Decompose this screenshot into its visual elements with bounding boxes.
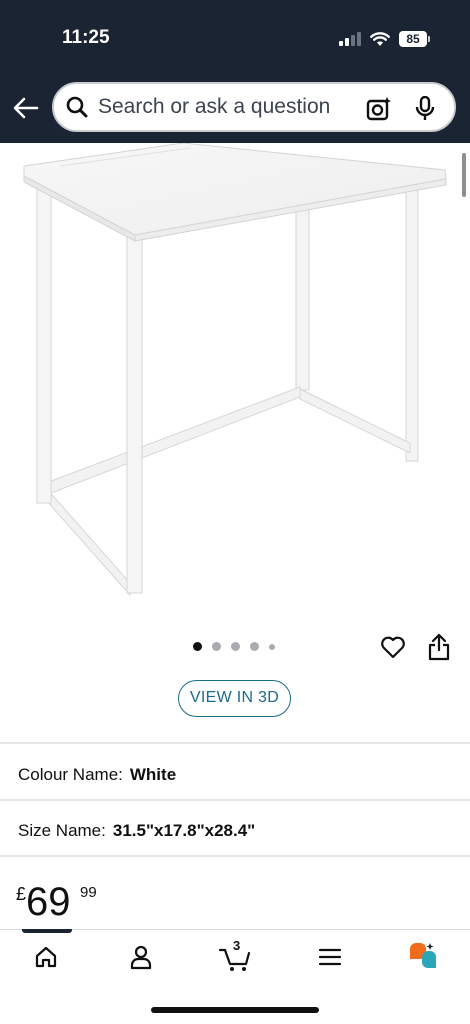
home-icon <box>35 946 57 968</box>
size-label: Size Name: <box>18 821 106 840</box>
search-input[interactable] <box>98 95 358 119</box>
price-whole: 69 <box>26 880 71 924</box>
size-row[interactable]: Size Name: 31.5"x17.8"x28.4" <box>18 821 255 841</box>
product-image[interactable] <box>0 142 470 623</box>
price-fraction: 99 <box>80 884 97 901</box>
size-value: 31.5"x17.8"x28.4" <box>112 821 256 840</box>
divider <box>0 799 470 801</box>
view-in-3d-button[interactable]: VIEW IN 3D <box>178 680 291 717</box>
nav-account[interactable] <box>124 942 158 972</box>
cart-count: 3 <box>233 938 241 953</box>
rufus-assistant-icon <box>410 943 436 968</box>
hamburger-menu-icon <box>318 948 342 966</box>
search-icon <box>66 96 88 118</box>
image-carousel-dots[interactable] <box>193 642 275 651</box>
colour-label: Colour Name: <box>18 765 123 784</box>
battery-icon: 85 <box>399 31 430 47</box>
battery-level: 85 <box>399 31 427 47</box>
scroll-indicator <box>462 153 466 197</box>
status-time: 11:25 <box>62 27 110 48</box>
app-header: 11:25 85 <box>0 0 470 143</box>
nav-home[interactable] <box>29 942 63 972</box>
cellular-signal-icon <box>339 32 361 46</box>
heart-icon[interactable] <box>380 634 406 660</box>
carousel-dot[interactable] <box>269 643 275 650</box>
divider <box>0 855 470 857</box>
person-icon <box>130 945 152 970</box>
arrow-left-icon <box>13 97 39 119</box>
search-bar[interactable] <box>52 82 456 132</box>
colour-value: White <box>129 765 177 784</box>
colour-row[interactable]: Colour Name: White <box>18 765 176 785</box>
carousel-dot[interactable] <box>212 642 221 651</box>
microphone-icon[interactable] <box>414 96 436 122</box>
divider <box>0 742 470 744</box>
nav-cart[interactable]: 3 <box>217 938 253 972</box>
wifi-icon <box>370 31 390 46</box>
carousel-dot[interactable] <box>193 642 202 651</box>
back-button[interactable] <box>10 92 42 124</box>
status-icons: 85 <box>339 29 430 49</box>
carousel-dot[interactable] <box>250 642 259 651</box>
price-currency: £ <box>16 884 27 904</box>
share-icon[interactable] <box>427 633 451 661</box>
carousel-dot[interactable] <box>231 642 240 651</box>
home-indicator[interactable] <box>151 1007 319 1013</box>
nav-rufus[interactable] <box>406 942 440 972</box>
nav-menu[interactable] <box>313 942 347 972</box>
camera-lens-icon[interactable] <box>366 96 392 122</box>
nav-active-indicator <box>22 929 72 933</box>
desk-product-photo <box>23 142 447 597</box>
